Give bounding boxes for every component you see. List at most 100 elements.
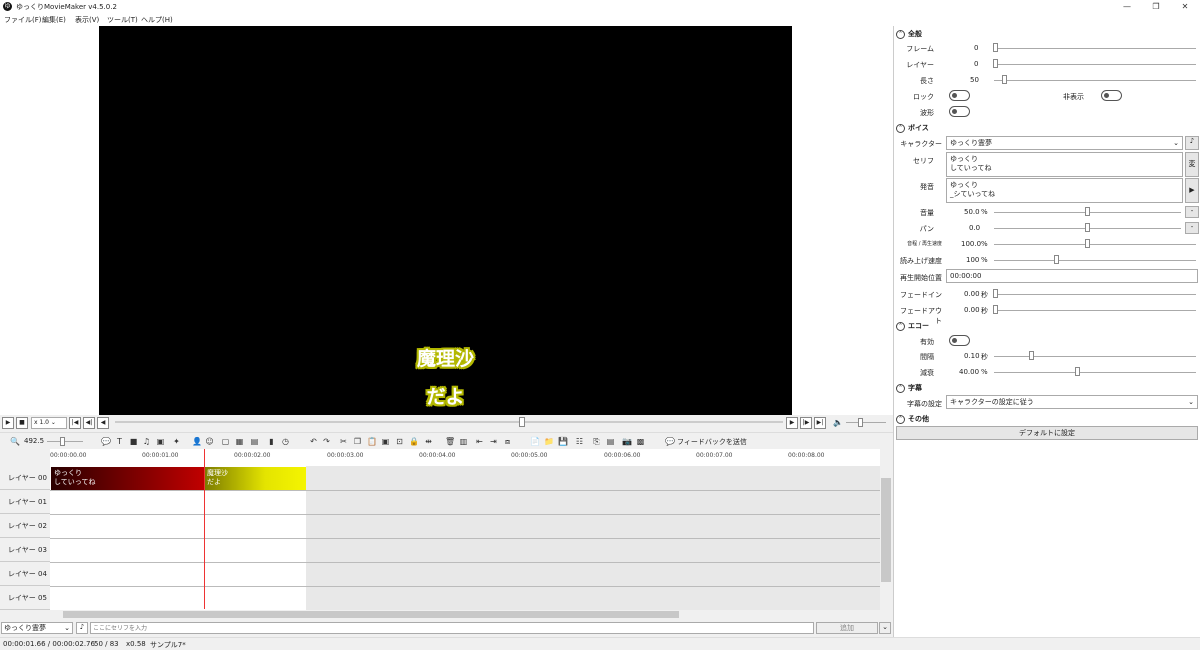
menu-view[interactable]: 表示(V): [75, 15, 99, 25]
echo-enable-toggle[interactable]: [949, 335, 970, 346]
collapse-icon[interactable]: ⌃: [896, 123, 905, 133]
layer-header[interactable]: レイヤー 03: [0, 538, 50, 562]
menu-file[interactable]: ファイル(F): [4, 15, 42, 25]
vertical-scroll-thumb[interactable]: [881, 478, 891, 582]
pan-reset-button[interactable]: -: [1185, 222, 1199, 234]
save-icon[interactable]: ▮: [267, 437, 276, 446]
frame-slider[interactable]: [994, 48, 1196, 49]
frame-slider-thumb[interactable]: [993, 43, 998, 52]
next-frame-icon[interactable]: |▶: [800, 417, 812, 429]
grid-icon[interactable]: ▤: [250, 437, 259, 446]
frame-value[interactable]: 0: [974, 44, 978, 52]
echo-interval-slider-thumb[interactable]: [1029, 351, 1034, 360]
settings-sliders-icon[interactable]: ☷: [575, 437, 584, 446]
menu-help[interactable]: ヘルプ(H): [141, 15, 173, 25]
layer-slider[interactable]: [994, 64, 1196, 65]
minimize-button[interactable]: —: [1117, 1, 1137, 13]
face-icon[interactable]: ☺: [205, 437, 214, 446]
video-preview[interactable]: 魔理沙 だよ: [99, 26, 792, 415]
pitch-slider-thumb[interactable]: [1085, 239, 1090, 248]
maximize-button[interactable]: ❐: [1146, 1, 1166, 13]
paste-icon[interactable]: 📋: [367, 437, 377, 446]
video-icon[interactable]: ■: [129, 437, 138, 446]
pan-slider-thumb[interactable]: [1085, 223, 1090, 232]
layer-header[interactable]: レイヤー 04: [0, 562, 50, 586]
serif-input[interactable]: [90, 622, 814, 634]
prev-frame-icon[interactable]: ◀|: [83, 417, 95, 429]
delete-gap-icon[interactable]: ▥: [459, 437, 468, 446]
length-value[interactable]: 50: [970, 76, 979, 84]
fade-in-value[interactable]: 0.00: [964, 290, 980, 298]
section-echo[interactable]: ⌃ エコー: [896, 321, 929, 331]
layer-header[interactable]: レイヤー 05: [0, 586, 50, 610]
horizontal-scroll-thumb[interactable]: [63, 611, 679, 618]
width-icon[interactable]: ⇹: [424, 437, 433, 446]
copy-icon[interactable]: ❐: [353, 437, 362, 446]
save-file-icon[interactable]: 💾: [558, 437, 568, 446]
menu-edit[interactable]: 編集(E): [42, 15, 66, 25]
camera-icon[interactable]: 📷: [622, 437, 632, 446]
redo-icon[interactable]: ↷: [322, 437, 331, 446]
waveform-toggle[interactable]: [949, 106, 970, 117]
text-icon[interactable]: T: [115, 437, 124, 446]
lock-toggle[interactable]: [949, 90, 970, 101]
collapse-icon[interactable]: ⌃: [896, 414, 905, 424]
feedback-icon[interactable]: 💬: [665, 437, 675, 446]
volume-icon[interactable]: 🔈: [833, 418, 843, 427]
new-file-icon[interactable]: 📄: [530, 437, 540, 446]
collapse-icon[interactable]: ⌃: [896, 383, 905, 393]
music-icon[interactable]: ♫: [142, 437, 151, 446]
fade-out-slider-thumb[interactable]: [993, 305, 998, 314]
start-position-field[interactable]: 00:00:00: [946, 269, 1198, 283]
collapse-icon[interactable]: ⌃: [896, 321, 905, 331]
move-right-icon[interactable]: ⇥: [489, 437, 498, 446]
fade-in-slider[interactable]: [994, 294, 1196, 295]
undo-icon[interactable]: ↶: [309, 437, 318, 446]
echo-interval-slider[interactable]: [994, 356, 1196, 357]
volume-value[interactable]: 50.0: [964, 208, 980, 216]
feedback-link[interactable]: フィードバックを送信: [677, 437, 747, 447]
length-slider[interactable]: [994, 80, 1196, 81]
fade-out-value[interactable]: 0.00: [964, 306, 980, 314]
add-button[interactable]: 追加: [816, 622, 878, 634]
seek-thumb[interactable]: [519, 417, 525, 427]
fade-in-slider-thumb[interactable]: [993, 289, 998, 298]
playhead[interactable]: [204, 449, 205, 609]
read-speed-slider-thumb[interactable]: [1054, 255, 1059, 264]
voice-clip-reimu[interactable]: ゆっくり していってね: [51, 467, 204, 490]
pronunciation-textbox[interactable]: ゆっくり _シていってね: [946, 178, 1183, 203]
fade-out-slider[interactable]: [994, 310, 1196, 311]
section-other[interactable]: ⌃ その他: [896, 414, 929, 424]
lock-icon[interactable]: 🔒: [409, 437, 419, 446]
subtitle-setting-dropdown[interactable]: キャラクターの設定に従う ⌄: [946, 395, 1198, 409]
character-dropdown[interactable]: ゆっくり霊夢 ⌄: [946, 136, 1183, 150]
volume-reset-button[interactable]: -: [1185, 206, 1199, 218]
hide-toggle[interactable]: [1101, 90, 1122, 101]
fit-icon[interactable]: ⧈: [503, 437, 512, 446]
character-settings-icon[interactable]: ♪: [1185, 136, 1199, 150]
reset-default-button[interactable]: デフォルトに設定: [896, 426, 1198, 440]
character-select[interactable]: ゆっくり霊夢 ⌄: [1, 622, 73, 634]
serif-textbox[interactable]: ゆっくり していってね: [946, 152, 1183, 177]
preview-voice-button[interactable]: ▶: [1185, 178, 1199, 203]
layer-header[interactable]: レイヤー 02: [0, 514, 50, 538]
pan-value[interactable]: 0.0: [969, 224, 980, 232]
read-speed-slider[interactable]: [994, 260, 1196, 261]
open-folder-icon[interactable]: 📁: [544, 437, 554, 446]
shape-icon[interactable]: ✦: [172, 437, 181, 446]
read-speed-value[interactable]: 100: [966, 256, 979, 264]
layer-header[interactable]: レイヤー 00: [0, 466, 50, 490]
length-slider-thumb[interactable]: [1002, 75, 1007, 84]
screenshot-icon[interactable]: ▩: [636, 437, 645, 446]
play-icon[interactable]: ▶: [2, 417, 14, 429]
section-voice[interactable]: ⌃ ボイス: [896, 123, 929, 133]
collapse-icon[interactable]: ⌃: [896, 29, 905, 39]
section-general[interactable]: ⌃ 全般: [896, 29, 922, 39]
pitch-value[interactable]: 100.0: [961, 240, 981, 248]
echo-decay-value[interactable]: 40.00: [959, 368, 979, 376]
character-icon[interactable]: 👤: [192, 437, 202, 446]
text-item-icon[interactable]: 💬: [101, 437, 111, 446]
echo-interval-value[interactable]: 0.10: [964, 352, 980, 360]
close-button[interactable]: ✕: [1175, 1, 1195, 13]
seek-bar[interactable]: [115, 421, 783, 423]
